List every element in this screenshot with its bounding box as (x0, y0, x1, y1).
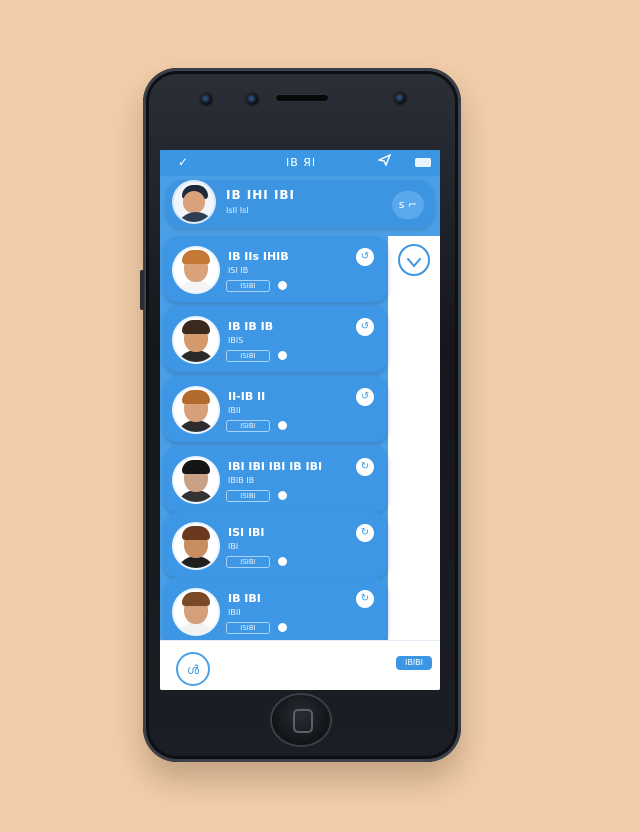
compose-button[interactable]: ൾ (176, 652, 210, 686)
contact-avatar[interactable] (174, 590, 218, 634)
online-dot (278, 557, 287, 566)
contact-avatar[interactable] (174, 458, 218, 502)
profile-status: IsII IsI (226, 206, 249, 215)
online-dot (278, 623, 287, 632)
contact-card[interactable]: IB IB IB IBIS ISIBI ↺ (164, 306, 388, 372)
refresh-icon[interactable]: ↺ (356, 318, 374, 336)
contact-name: IB IBI (228, 592, 261, 605)
contact-avatar[interactable] (174, 388, 218, 432)
online-dot (278, 281, 287, 290)
contact-card[interactable]: IB IBI IBII ISIBI ↻ (164, 578, 388, 644)
contact-tag: ISIBI (226, 622, 270, 634)
front-camera (201, 94, 212, 105)
online-dot (278, 491, 287, 500)
online-dot (278, 351, 287, 360)
contact-avatar[interactable] (174, 318, 218, 362)
volume-button[interactable] (140, 270, 144, 310)
refresh-icon[interactable]: ↻ (356, 590, 374, 608)
refresh-icon[interactable]: ↻ (356, 458, 374, 476)
online-dot (278, 421, 287, 430)
contact-subtitle: ISI IB (228, 266, 249, 275)
contact-subtitle: IBIB IB (228, 476, 255, 485)
contact-tag: ISIBI (226, 556, 270, 568)
contact-subtitle: IBIS (228, 336, 244, 345)
contact-subtitle: IBI (228, 542, 239, 551)
contact-tag: ISIBI (226, 350, 270, 362)
refresh-icon[interactable]: ↺ (356, 248, 374, 266)
proximity-sensor (395, 93, 406, 104)
screen: ✓ IB ЯI IB IHI IBI IsII IsI s ⌐ IB IIs I… (160, 150, 440, 690)
contact-name: ISI IBI (228, 526, 265, 539)
contact-card[interactable]: II-IB II IBII ISIBI ↺ (164, 376, 388, 442)
send-icon[interactable] (376, 153, 392, 170)
contact-name: II-IB II (228, 390, 266, 403)
contact-name: IBI IBI IBI IB IBI (228, 460, 323, 473)
edit-icon[interactable] (398, 244, 430, 276)
contact-avatar[interactable] (174, 248, 218, 292)
contact-tag: ISIBI (226, 420, 270, 432)
contact-card[interactable]: IBI IBI IBI IB IBI IBIB IB ISIBI ↻ (164, 446, 388, 512)
contact-tag: ISIBI (226, 280, 270, 292)
status-time: IB ЯI (286, 156, 317, 169)
header-action-button[interactable]: s ⌐ (392, 191, 424, 219)
profile-name: IB IHI IBI (226, 188, 296, 202)
refresh-icon[interactable]: ↻ (356, 524, 374, 542)
contact-card[interactable]: ISI IBI IBI ISIBI ↻ (164, 512, 388, 578)
contact-subtitle: IBII (228, 608, 241, 617)
contact-avatar[interactable] (174, 524, 218, 568)
side-strip (388, 236, 440, 640)
contact-name: IB IIs IHIB (228, 250, 289, 263)
contact-subtitle: IBII (228, 406, 241, 415)
check-icon: ✓ (178, 155, 189, 169)
profile-avatar[interactable] (174, 182, 214, 222)
contact-card[interactable]: IB IIs IHIB ISI IB ISIBI ↺ (164, 236, 388, 302)
home-button[interactable] (272, 695, 330, 745)
contact-name: IB IB IB (228, 320, 274, 333)
battery-icon (415, 158, 431, 167)
pill-button[interactable]: IBIBI (396, 656, 432, 670)
refresh-icon[interactable]: ↺ (356, 388, 374, 406)
earpiece-speaker (276, 95, 328, 101)
status-bar: ✓ IB ЯI (160, 150, 440, 176)
contact-tag: ISIBI (226, 490, 270, 502)
sensor (247, 94, 258, 105)
